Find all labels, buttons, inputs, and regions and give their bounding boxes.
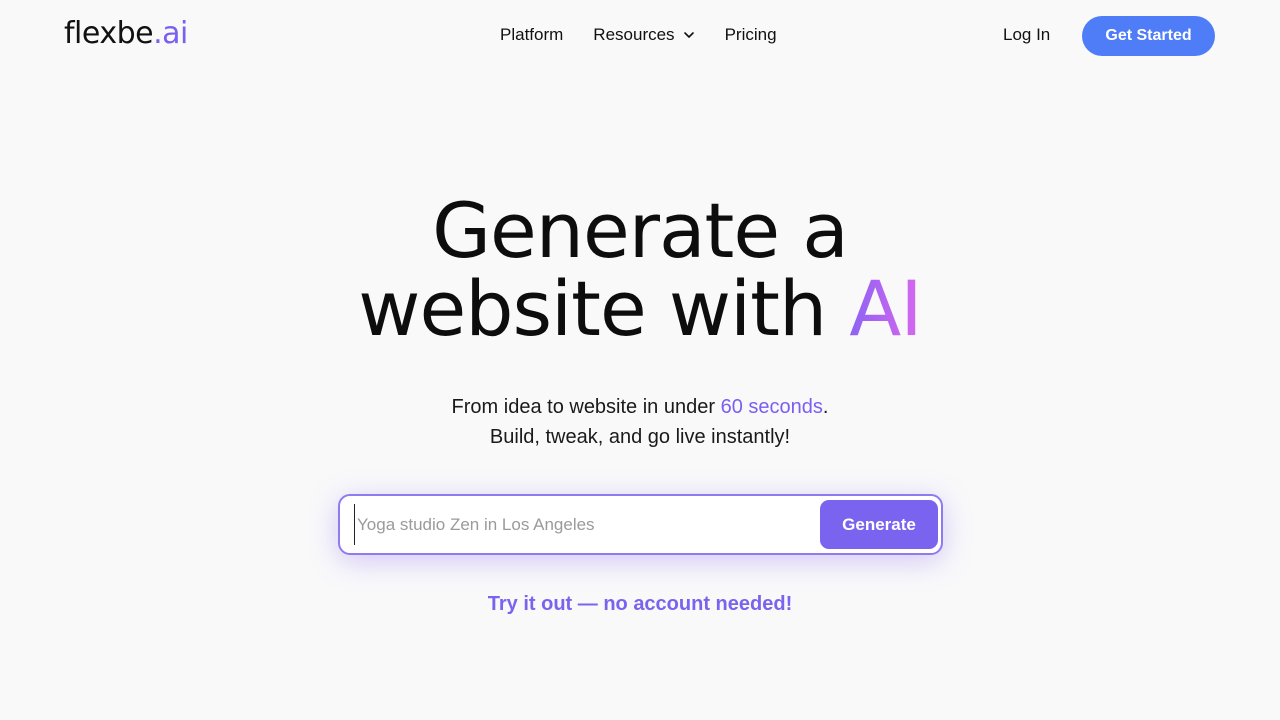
hero-subtitle: From idea to website in under 60 seconds… — [0, 392, 1280, 452]
chevron-down-icon — [683, 29, 695, 41]
nav-resources[interactable]: Resources — [593, 25, 694, 45]
hero-title: Generate a website with AI — [0, 192, 1280, 348]
page: flexbe.ai Platform Resources Pricing Log… — [0, 0, 1280, 720]
hero-subtitle-line-2: Build, tweak, and go live instantly! — [489, 426, 791, 448]
generator-box: Generate — [338, 494, 943, 555]
hero-title-line-2: website with AI — [0, 270, 1280, 348]
nav-platform-label: Platform — [500, 25, 564, 44]
subtitle-highlight: 60 seconds — [720, 396, 823, 418]
subtitle-suffix: . — [822, 396, 829, 418]
hero-title-line-1: Generate a — [432, 186, 849, 275]
nav-pricing-label: Pricing — [724, 25, 777, 44]
get-started-button[interactable]: Get Started — [1082, 16, 1215, 56]
hero-subtitle-line-1: From idea to website in under 60 seconds… — [0, 392, 1280, 422]
nav-resources-label: Resources — [593, 25, 675, 44]
generate-button[interactable]: Generate — [820, 500, 938, 549]
main-nav: Platform Resources Pricing — [500, 22, 777, 48]
logo[interactable]: flexbe.ai — [64, 14, 188, 54]
nav-platform[interactable]: Platform — [500, 25, 563, 45]
logo-suffix: .ai — [153, 16, 188, 51]
logo-text: flexbe — [64, 16, 154, 51]
login-link[interactable]: Log In — [1003, 22, 1050, 48]
hero-title-line-2-text: website with — [358, 264, 850, 353]
subtitle-prefix: From idea to website in under — [451, 396, 721, 418]
try-it-out-link[interactable]: Try it out — no account needed! — [0, 590, 1280, 618]
nav-pricing[interactable]: Pricing — [725, 25, 777, 45]
hero-title-highlight: AI — [849, 264, 922, 353]
website-idea-input[interactable] — [354, 504, 814, 545]
site-header: flexbe.ai Platform Resources Pricing Log… — [0, 0, 1280, 70]
